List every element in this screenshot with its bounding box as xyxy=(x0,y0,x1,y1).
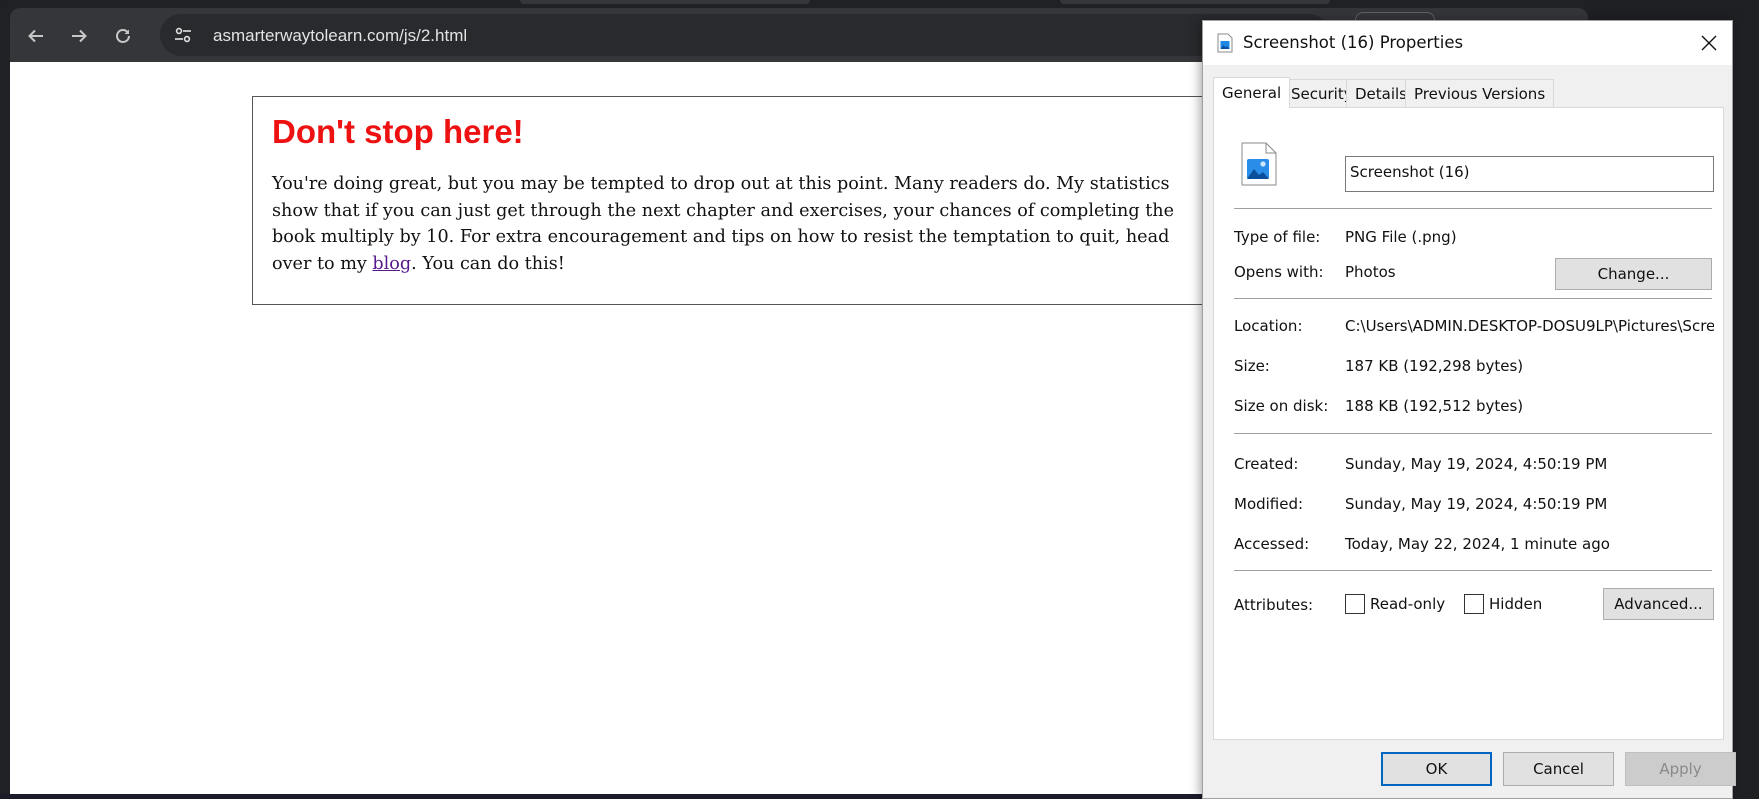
ok-button[interactable]: OK xyxy=(1381,752,1492,786)
reload-button[interactable] xyxy=(109,22,137,50)
hidden-box[interactable] xyxy=(1464,594,1484,614)
read-only-label: Read-only xyxy=(1370,595,1446,613)
location-label: Location: xyxy=(1234,317,1303,335)
arrow-left-icon xyxy=(28,29,43,43)
back-button[interactable] xyxy=(22,22,50,50)
apply-button[interactable]: Apply xyxy=(1625,752,1736,786)
toolbar-button-hint xyxy=(1355,12,1435,20)
arrow-right-icon xyxy=(72,29,87,43)
dialog-titlebar: Screenshot (16) Properties xyxy=(1203,21,1732,65)
read-only-box[interactable] xyxy=(1345,594,1365,614)
cancel-button[interactable]: Cancel xyxy=(1503,752,1614,786)
properties-dialog: Screenshot (16) Properties General Secur… xyxy=(1202,20,1736,799)
image-file-icon xyxy=(1217,33,1233,53)
modified-label: Modified: xyxy=(1234,495,1304,513)
opens-with-value: Photos xyxy=(1345,263,1396,281)
close-button[interactable] xyxy=(1686,21,1732,65)
address-bar[interactable]: asmarterwaytolearn.com/js/2.html xyxy=(160,14,1330,56)
encouragement-text: You're doing great, but you may be tempt… xyxy=(272,171,1202,277)
advanced-button[interactable]: Advanced... xyxy=(1603,588,1714,620)
size-on-disk-value: 188 KB (192,512 bytes) xyxy=(1345,397,1524,415)
separator xyxy=(1234,298,1712,299)
blog-link[interactable]: blog xyxy=(372,254,411,274)
tab-strip-hint xyxy=(1060,0,1330,4)
separator xyxy=(1234,570,1712,571)
hidden-checkbox[interactable]: Hidden xyxy=(1464,594,1542,614)
tab-previous-versions[interactable]: Previous Versions xyxy=(1405,79,1555,107)
change-button[interactable]: Change... xyxy=(1555,258,1712,290)
forward-button[interactable] xyxy=(65,22,93,50)
tab-strip-hint xyxy=(520,0,810,4)
text-after-link: . You can do this! xyxy=(411,253,565,274)
accessed-value: Today, May 22, 2024, 1 minute ago xyxy=(1345,535,1610,553)
size-value: 187 KB (192,298 bytes) xyxy=(1345,357,1524,375)
type-value: PNG File (.png) xyxy=(1345,228,1457,246)
accessed-label: Accessed: xyxy=(1234,535,1310,553)
type-label: Type of file: xyxy=(1234,228,1321,246)
hidden-label: Hidden xyxy=(1489,595,1543,613)
location-value: C:\Users\ADMIN.DESKTOP-DOSU9LP\Pictures\… xyxy=(1345,317,1714,335)
site-info-button[interactable] xyxy=(172,24,194,46)
size-on-disk-label: Size on disk: xyxy=(1234,397,1329,415)
opens-with-label: Opens with: xyxy=(1234,263,1324,281)
separator xyxy=(1234,433,1712,434)
dialog-title: Screenshot (16) Properties xyxy=(1243,33,1464,52)
attributes-label: Attributes: xyxy=(1234,596,1314,614)
tune-icon xyxy=(175,27,191,43)
size-label: Size: xyxy=(1234,357,1270,375)
reload-icon xyxy=(116,29,130,43)
page-heading: Don't stop here! xyxy=(272,113,524,150)
modified-value: Sunday, May 19, 2024, 4:50:19 PM xyxy=(1345,495,1608,513)
general-tab-panel: Screenshot (16) Type of file: PNG File (… xyxy=(1213,107,1724,740)
created-label: Created: xyxy=(1234,455,1299,473)
created-value: Sunday, May 19, 2024, 4:50:19 PM xyxy=(1345,455,1608,473)
file-name-input[interactable]: Screenshot (16) xyxy=(1345,156,1714,192)
png-file-icon xyxy=(1241,142,1277,186)
separator xyxy=(1234,208,1712,209)
read-only-checkbox[interactable]: Read-only xyxy=(1345,594,1445,614)
close-icon xyxy=(1701,35,1717,51)
url-text[interactable]: asmarterwaytolearn.com/js/2.html xyxy=(213,26,467,46)
tab-general[interactable]: General xyxy=(1213,77,1291,108)
